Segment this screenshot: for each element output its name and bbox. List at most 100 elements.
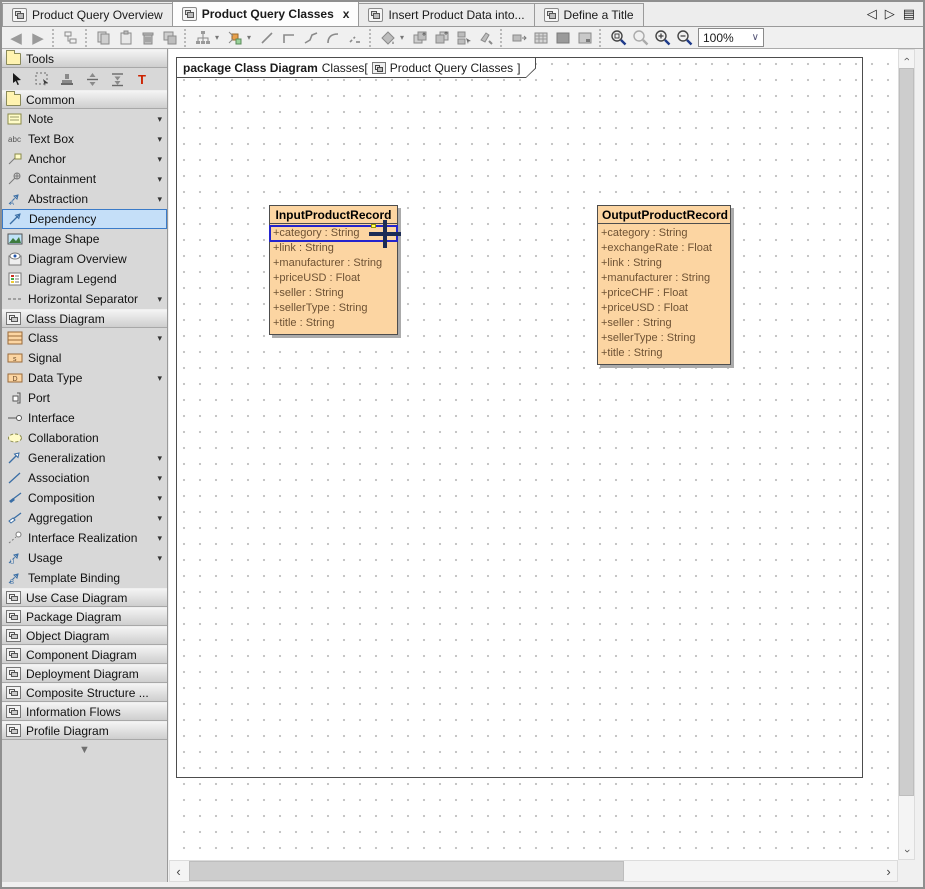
palette-item-collaboration[interactable]: Collaboration — [2, 428, 167, 448]
distribute-vertical-icon[interactable] — [83, 70, 101, 88]
palette-scroll-more-icon[interactable]: ▼ — [2, 740, 167, 756]
chevron-down-icon[interactable]: ▾ — [157, 114, 164, 125]
sticky-stamp-icon[interactable] — [58, 70, 76, 88]
section-header-package-diagram[interactable]: Package Diagram — [2, 607, 167, 626]
diagram-canvas[interactable]: package Class Diagram Classes[ Product Q… — [169, 49, 898, 860]
grid-icon[interactable] — [531, 28, 551, 48]
tab-define-a-title[interactable]: Define a Title — [534, 3, 644, 26]
path-curved-icon[interactable] — [323, 28, 343, 48]
image-export-icon[interactable] — [575, 28, 595, 48]
section-header-object-diagram[interactable]: Object Diagram — [2, 626, 167, 645]
horizontal-scrollbar-thumb[interactable] — [189, 861, 624, 881]
vertical-scrollbar-thumb[interactable] — [899, 68, 914, 796]
palette-item-interface-realization[interactable]: Interface Realization ▾ — [2, 528, 167, 548]
palette-item-dependency[interactable]: Dependency — [2, 209, 167, 229]
palette-item-text-box[interactable]: abc Text Box ▾ — [2, 129, 167, 149]
attribute-manufacturer[interactable]: +manufacturer : String — [598, 271, 730, 286]
class-output-product-record[interactable]: OutputProductRecord +category : String +… — [597, 205, 731, 365]
section-header-composite-structure[interactable]: Composite Structure ... — [2, 683, 167, 702]
attribute-title[interactable]: +title : String — [598, 346, 730, 361]
attribute-seller[interactable]: +seller : String — [598, 316, 730, 331]
quick-layout-icon[interactable] — [225, 28, 245, 48]
palette-item-interface[interactable]: Interface — [2, 408, 167, 428]
vertical-scrollbar[interactable]: › › — [898, 49, 915, 860]
chevron-down-icon[interactable]: ▾ — [157, 194, 164, 205]
zoom-actual-icon[interactable] — [630, 28, 650, 48]
chevron-down-icon[interactable]: ▾ — [157, 473, 164, 484]
class-input-product-record[interactable]: InputProductRecord +category : String +l… — [269, 205, 398, 335]
chevron-down-icon[interactable]: ▾ — [157, 493, 164, 504]
layout-tree-icon[interactable] — [193, 28, 213, 48]
chevron-down-icon[interactable]: ▾ — [157, 294, 164, 305]
attribute-category[interactable]: +category : String — [598, 226, 730, 241]
palette-item-diagram-legend[interactable]: Diagram Legend — [2, 269, 167, 289]
diagram-frame[interactable]: package Class Diagram Classes[ Product Q… — [176, 57, 863, 778]
palette-item-horizontal-separator[interactable]: Horizontal Separator ▾ — [2, 289, 167, 309]
section-header-use-case-diagram[interactable]: Use Case Diagram — [2, 588, 167, 607]
path-rectilinear-icon[interactable] — [279, 28, 299, 48]
palette-item-class[interactable]: Class ▾ — [2, 328, 167, 348]
section-header-component-diagram[interactable]: Component Diagram — [2, 645, 167, 664]
attribute-seller-type[interactable]: +sellerType : String — [598, 331, 730, 346]
chevron-down-icon[interactable]: ▾ — [400, 33, 408, 42]
section-header-information-flows[interactable]: Information Flows — [2, 702, 167, 721]
sweep-icon[interactable] — [476, 28, 496, 48]
fill-color-icon[interactable] — [378, 28, 398, 48]
palette-item-abstraction[interactable]: A Abstraction ▾ — [2, 189, 167, 209]
scroll-up-icon[interactable]: › — [899, 50, 914, 67]
palette-item-generalization[interactable]: Generalization ▾ — [2, 448, 167, 468]
scroll-left-icon[interactable]: ‹ — [170, 861, 187, 881]
scroll-down-icon[interactable]: › — [899, 842, 914, 859]
attribute-category[interactable]: +category : String — [270, 226, 397, 241]
attribute-title[interactable]: +title : String — [270, 316, 397, 331]
palette-item-composition[interactable]: Composition ▾ — [2, 488, 167, 508]
class-name[interactable]: InputProductRecord — [270, 206, 397, 224]
palette-item-note[interactable]: Note ▾ — [2, 109, 167, 129]
palette-item-containment[interactable]: Containment ▾ — [2, 169, 167, 189]
image-shape-icon[interactable] — [553, 28, 573, 48]
forward-icon[interactable]: ▶ — [28, 28, 48, 48]
palette-item-data-type[interactable]: D Data Type ▾ — [2, 368, 167, 388]
palette-item-usage[interactable]: U Usage ▾ — [2, 548, 167, 568]
attribute-seller-type[interactable]: +sellerType : String — [270, 301, 397, 316]
section-header-class-diagram[interactable]: Class Diagram — [2, 309, 167, 328]
path-custom-icon[interactable] — [345, 28, 365, 48]
previous-diagram-icon[interactable]: ◁ — [867, 6, 877, 22]
attribute-price-usd[interactable]: +priceUSD : Float — [270, 271, 397, 286]
chevron-down-icon[interactable]: ▾ — [157, 373, 164, 384]
section-header-profile-diagram[interactable]: Profile Diagram — [2, 721, 167, 740]
chevron-down-icon[interactable]: ▾ — [215, 33, 223, 42]
chevron-down-icon[interactable]: ▾ — [157, 553, 164, 564]
chevron-down-icon[interactable]: ▾ — [157, 134, 164, 145]
select-cursor-icon[interactable] — [8, 70, 26, 88]
copy-icon[interactable] — [94, 28, 114, 48]
zoom-level-combobox[interactable]: 100% ∨ — [698, 28, 764, 47]
chevron-down-icon[interactable]: ▾ — [157, 453, 164, 464]
attribute-link[interactable]: +link : String — [598, 256, 730, 271]
next-diagram-icon[interactable]: ▷ — [885, 6, 895, 22]
palette-item-image-shape[interactable]: Image Shape — [2, 229, 167, 249]
to-back-icon[interactable] — [432, 28, 452, 48]
scroll-right-icon[interactable]: › — [880, 861, 897, 881]
palette-item-aggregation[interactable]: Aggregation ▾ — [2, 508, 167, 528]
zoom-in-icon[interactable] — [652, 28, 672, 48]
tab-insert-product-data[interactable]: Insert Product Data into... — [358, 3, 534, 26]
palette-item-signal[interactable]: s Signal — [2, 348, 167, 368]
select-related-icon[interactable] — [454, 28, 474, 48]
copy-diagram-icon[interactable] — [160, 28, 180, 48]
containment-tree-icon[interactable] — [61, 28, 81, 48]
zoom-region-icon[interactable] — [608, 28, 628, 48]
distribute-horizontal-icon[interactable] — [108, 70, 126, 88]
attribute-manufacturer[interactable]: +manufacturer : String — [270, 256, 397, 271]
horizontal-scrollbar[interactable]: ‹ › — [169, 860, 898, 882]
attribute-seller[interactable]: +seller : String — [270, 286, 397, 301]
tab-product-query-overview[interactable]: Product Query Overview — [2, 3, 173, 26]
diagram-list-icon[interactable]: ▤ — [903, 6, 915, 22]
to-front-icon[interactable] — [410, 28, 430, 48]
section-header-common[interactable]: Common — [2, 90, 167, 109]
selection-handle[interactable] — [371, 224, 376, 228]
diagram-frame-label[interactable]: package Class Diagram Classes[ Product Q… — [176, 57, 536, 78]
back-icon[interactable]: ◀ — [6, 28, 26, 48]
class-name[interactable]: OutputProductRecord — [598, 206, 730, 224]
path-straight-icon[interactable] — [257, 28, 277, 48]
